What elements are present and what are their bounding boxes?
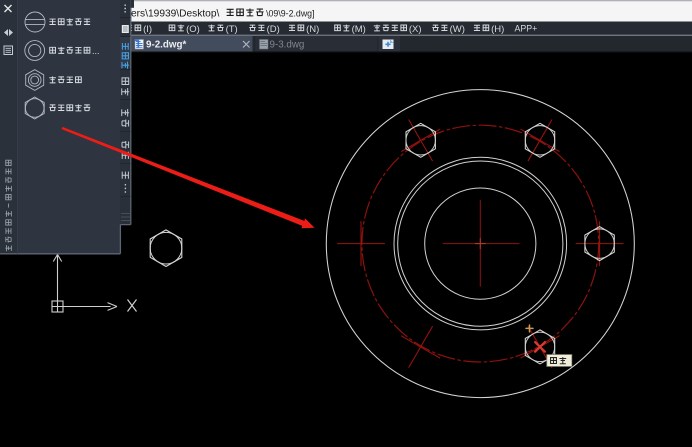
svg-text:(D): (D) (267, 24, 280, 35)
svg-text:...: ... (92, 46, 100, 56)
svg-text:(N): (N) (306, 24, 319, 35)
svg-text:(X): (X) (409, 24, 422, 35)
svg-text:(W): (W) (450, 24, 465, 35)
svg-text:(M): (M) (352, 24, 366, 35)
svg-text:9-3.dwg: 9-3.dwg (270, 40, 305, 51)
svg-text:9-2.dwg*: 9-2.dwg* (146, 40, 186, 51)
svg-text:(I): (I) (143, 24, 152, 35)
svg-text:ers\19939\Desktop\: ers\19939\Desktop\ (131, 9, 220, 20)
svg-text:(H): (H) (491, 24, 504, 35)
svg-text:APP+: APP+ (515, 24, 538, 34)
svg-text:(O): (O) (186, 24, 200, 35)
svg-text:\09\9-2.dwg]: \09\9-2.dwg] (266, 9, 314, 19)
svg-text:(T): (T) (226, 24, 238, 35)
